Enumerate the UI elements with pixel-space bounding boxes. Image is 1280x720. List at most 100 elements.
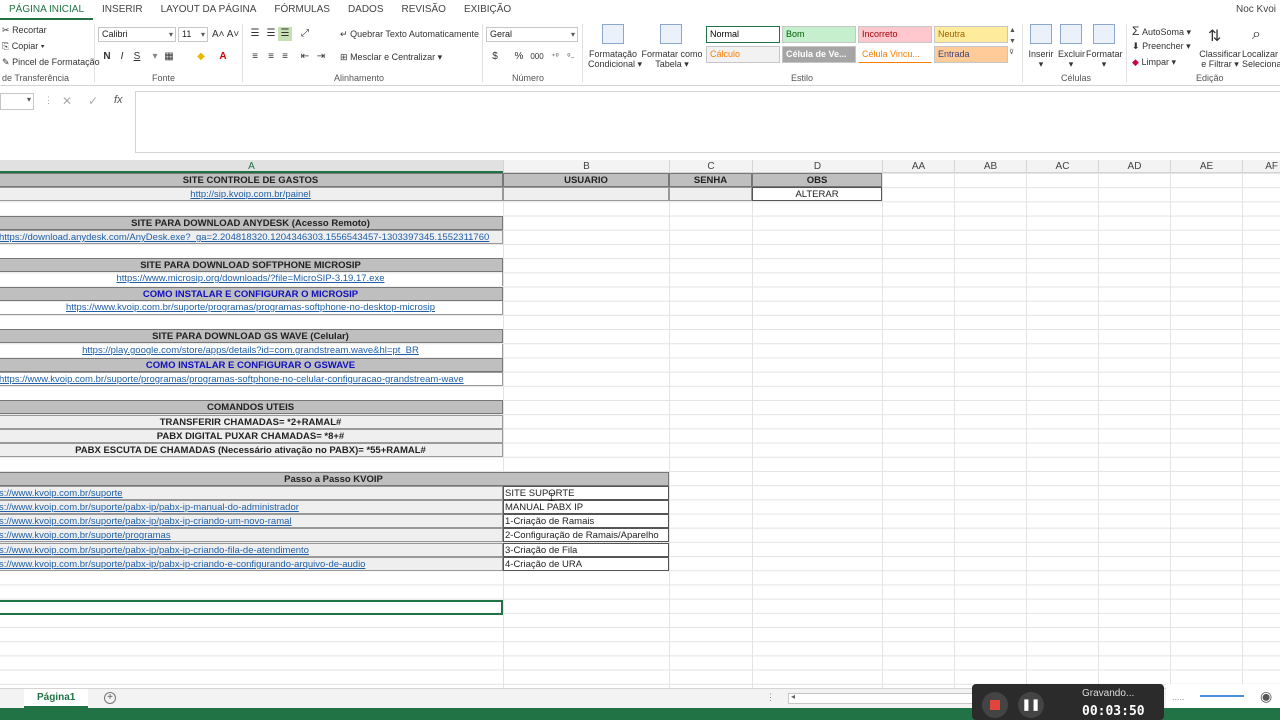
cell-gswave-link[interactable]: https://play.google.com/store/apps/detai… [0, 344, 503, 358]
horizontal-scrollbar[interactable]: ◂ [788, 692, 976, 704]
tab-formulas[interactable]: FÓRMULAS [265, 0, 339, 20]
number-format-select[interactable]: Geral [486, 27, 578, 42]
cell-passo-desc-3[interactable]: 2-Configuração de Ramais/Aparelho [503, 528, 669, 542]
tab-review[interactable]: REVISÃO [393, 0, 455, 20]
style-good[interactable]: Bom [782, 26, 856, 43]
bold-button[interactable]: N [100, 50, 114, 64]
font-name-select[interactable]: Calibri [98, 27, 176, 42]
autosum-button[interactable]: Σ AutoSoma ▾ [1132, 24, 1191, 38]
cell-command-transfer[interactable]: TRANSFERIR CHAMADAS= *2+RAMAL# [0, 415, 503, 429]
align-right-icon[interactable]: ≡ [278, 50, 292, 64]
style-neutral[interactable]: Neutra [934, 26, 1008, 43]
align-middle-icon[interactable]: ☰ [264, 27, 278, 41]
column-header-af[interactable]: AF [1242, 160, 1280, 173]
tab-data[interactable]: DADOS [339, 0, 393, 20]
cell-gswave-title[interactable]: SITE PARA DOWNLOAD GS WAVE (Celular) [0, 329, 503, 343]
style-input[interactable]: Entrada [934, 46, 1008, 63]
passo-link[interactable]: s://www.kvoip.com.br/suporte/pabx-ip/pab… [0, 502, 299, 513]
underline-dropdown[interactable]: ▾ [148, 50, 162, 64]
cell-anydesk-link[interactable]: https://download.anydesk.com/AnyDesk.exe… [0, 230, 503, 244]
cell-b-usuario[interactable]: USUARIO [503, 173, 669, 187]
cell-passo-title[interactable]: Passo a Passo KVOIP [0, 472, 669, 486]
microsip-howto-link[interactable]: https://www.kvoip.com.br/suporte/program… [66, 302, 435, 313]
insert-button[interactable]: Inserir ▾ [1028, 49, 1054, 70]
tab-page-layout[interactable]: LAYOUT DA PÁGINA [152, 0, 266, 20]
gswave-howto-link[interactable]: https://www.kvoip.com.br/suporte/program… [0, 374, 464, 385]
sheet-tab-pagina1[interactable]: Página1 [24, 689, 89, 708]
cell-passo-link-3[interactable]: s://www.kvoip.com.br/suporte/programas [0, 528, 503, 542]
tab-view[interactable]: EXIBIÇÃO [455, 0, 520, 20]
microsip-link[interactable]: https://www.microsip.org/downloads/?file… [117, 273, 385, 284]
cell-command-pull[interactable]: PABX DIGITAL PUXAR CHAMADAS= *8+# [0, 429, 503, 443]
copy-button[interactable]: ⎘ Copiar ▾ [2, 41, 45, 52]
cell-a-gastos-title[interactable]: SITE CONTROLE DE GASTOS [0, 173, 503, 187]
cell-microsip-title[interactable]: SITE PARA DOWNLOAD SOFTPHONE MICROSIP [0, 258, 503, 272]
style-linked-cell[interactable]: Célula Vincu... [858, 46, 932, 63]
align-top-icon[interactable]: ☰ [248, 27, 262, 41]
borders-icon[interactable]: ▦ [162, 50, 176, 64]
cell-gswave-howto[interactable]: COMO INSTALAR E CONFIGURAR O GSWAVE [0, 358, 503, 372]
cell-b-usuario-value[interactable] [503, 187, 669, 201]
decrease-indent-icon[interactable]: ⇤ [298, 50, 312, 64]
cell-a-gastos-link[interactable]: http://sip.kvoip.com.br/painel [0, 187, 503, 201]
align-left-icon[interactable]: ≡ [248, 50, 262, 64]
cell-command-listen[interactable]: PABX ESCUTA DE CHAMADAS (Necessário ativ… [0, 443, 503, 457]
cell-passo-desc-4[interactable]: 3-Criação de Fila [503, 543, 669, 557]
cell-passo-desc-0[interactable]: SITE SUPORTE [503, 486, 669, 500]
styles-scroll-buttons[interactable]: ▲ ▼ ⊽ [1009, 25, 1016, 58]
stop-record-button[interactable] [982, 692, 1008, 718]
font-grow-shrink-buttons[interactable]: A˄ A˅ [212, 29, 239, 40]
cell-commands-title[interactable]: COMANDOS UTEIS [0, 400, 503, 414]
cell-microsip-howto[interactable]: COMO INSTALAR E CONFIGURAR O MICROSIP [0, 287, 503, 301]
passo-link[interactable]: s://www.kvoip.com.br/suporte [0, 488, 123, 499]
increase-decimal-icon[interactable]: ⁺⁰ [548, 50, 562, 64]
column-header-b[interactable]: B [503, 160, 669, 173]
format-button[interactable]: Formatar ▾ [1086, 49, 1123, 70]
style-check-cell[interactable]: Célula de Ve... [782, 46, 856, 63]
style-calculation[interactable]: Cálculo [706, 46, 780, 63]
fill-color-icon[interactable]: ◆ [194, 50, 208, 64]
cell-anydesk-title[interactable]: SITE PARA DOWNLOAD ANYDESK (Acesso Remot… [0, 216, 503, 230]
insert-function-button[interactable]: fx [114, 94, 123, 106]
column-header-ad[interactable]: AD [1098, 160, 1170, 173]
cell-microsip-howto-link[interactable]: https://www.kvoip.com.br/suporte/program… [0, 301, 503, 315]
cell-passo-desc-1[interactable]: MANUAL PABX IP [503, 500, 669, 514]
cell-passo-desc-2[interactable]: 1-Criação de Ramais [503, 514, 669, 528]
selected-cell[interactable] [0, 600, 503, 615]
thousands-button[interactable]: 000 [528, 50, 546, 64]
column-header-ae[interactable]: AE [1170, 160, 1242, 173]
more-sheets-icon[interactable]: ⋮ [766, 692, 775, 703]
column-header-ab[interactable]: AB [954, 160, 1026, 173]
cell-d-alterar[interactable]: ALTERAR [752, 187, 882, 201]
style-normal[interactable]: Normal [706, 26, 780, 43]
gastos-link[interactable]: http://sip.kvoip.com.br/painel [190, 189, 310, 200]
cell-passo-link-2[interactable]: s://www.kvoip.com.br/suporte/pabx-ip/pab… [0, 514, 503, 528]
sort-filter-button[interactable]: Classificar e Filtrar ▾ [1198, 49, 1242, 70]
percent-button[interactable]: % [512, 50, 526, 64]
cancel-icon[interactable]: ✕ [62, 94, 72, 108]
enter-icon[interactable]: ✓ [88, 94, 98, 108]
cell-passo-link-5[interactable]: s://www.kvoip.com.br/suporte/pabx-ip/pab… [0, 557, 503, 571]
font-size-select[interactable]: 11 [178, 27, 208, 42]
tab-insert[interactable]: INSERIR [93, 0, 152, 20]
increase-indent-icon[interactable]: ⇥ [314, 50, 328, 64]
passo-link[interactable]: s://www.kvoip.com.br/suporte/programas [0, 530, 171, 541]
cell-passo-desc-5[interactable]: 4-Criação de URA [503, 557, 669, 571]
align-bottom-icon[interactable]: ☰ [278, 27, 292, 41]
cell-d-obs[interactable]: OBS [752, 173, 882, 187]
cell-c-senha[interactable]: SENHA [669, 173, 752, 187]
wrap-text-button[interactable]: ↵ Quebrar Texto Automaticamente [340, 29, 479, 40]
align-center-icon[interactable]: ≡ [264, 50, 278, 64]
format-as-table-button[interactable]: Formatar como Tabela ▾ [641, 49, 703, 70]
font-color-icon[interactable]: A [216, 50, 230, 64]
cell-gswave-howto-link[interactable]: https://www.kvoip.com.br/suporte/program… [0, 372, 503, 386]
passo-link[interactable]: s://www.kvoip.com.br/suporte/pabx-ip/pab… [0, 545, 309, 556]
cell-microsip-link[interactable]: https://www.microsip.org/downloads/?file… [0, 272, 503, 286]
cell-passo-link-0[interactable]: s://www.kvoip.com.br/suporte [0, 486, 503, 500]
column-header-a[interactable]: A [0, 160, 503, 173]
style-bad[interactable]: Incorreto [858, 26, 932, 43]
user-name[interactable]: Noc Kvoi [1236, 0, 1276, 20]
decrease-decimal-icon[interactable]: ⁰₋ [564, 50, 578, 64]
clear-button[interactable]: ◆ Limpar ▾ [1132, 57, 1176, 68]
anydesk-link[interactable]: https://download.anydesk.com/AnyDesk.exe… [0, 232, 489, 243]
